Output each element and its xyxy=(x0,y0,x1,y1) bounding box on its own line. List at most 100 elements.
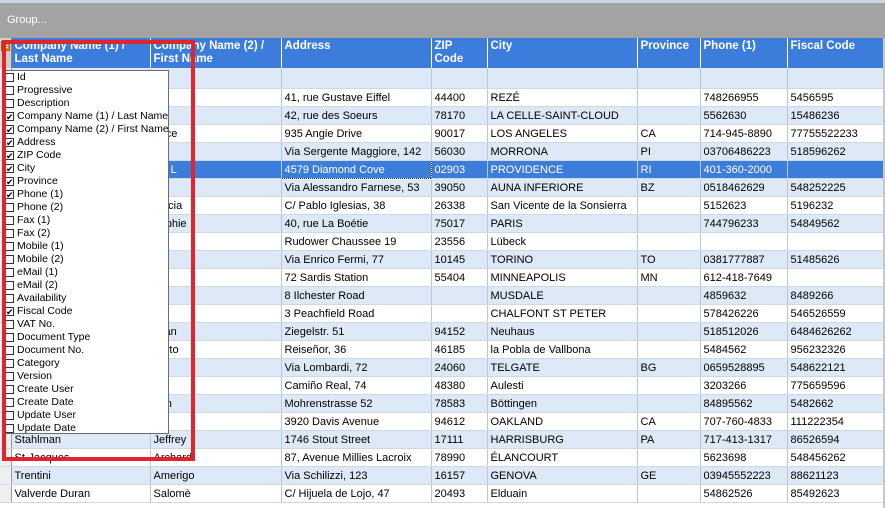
grid-cell[interactable]: Jeffrey xyxy=(150,430,282,449)
grid-cell[interactable]: 84895562 xyxy=(700,394,788,413)
row-selector[interactable] xyxy=(0,466,12,485)
checkbox[interactable] xyxy=(5,398,14,407)
grid-cell[interactable]: a xyxy=(150,250,282,269)
grid-cell[interactable]: 40, rue La Boétie xyxy=(281,214,432,233)
grid-cell[interactable]: 78990 xyxy=(431,448,488,467)
column-chooser-item[interactable]: Version xyxy=(3,370,168,383)
grid-cell[interactable]: LA CELLE-SAINT-CLOUD xyxy=(487,106,638,125)
grid-cell[interactable]: 16157 xyxy=(431,466,488,485)
column-chooser-item[interactable]: Phone (2) xyxy=(3,201,168,214)
grid-cell[interactable]: GE xyxy=(637,466,701,485)
column-header-phone-1[interactable]: Phone (1) xyxy=(700,38,788,68)
column-header-fiscal-code[interactable]: Fiscal Code xyxy=(787,38,885,68)
grid-cell[interactable]: 4859632 xyxy=(700,286,788,305)
grid-cell[interactable]: 5456595 xyxy=(787,88,885,107)
group-by-bar[interactable]: Group... xyxy=(0,0,885,38)
grid-cell[interactable]: 24060 xyxy=(431,358,488,377)
grid-cell[interactable]: BG xyxy=(637,358,701,377)
grid-cell[interactable]: 56030 xyxy=(431,142,488,161)
column-chooser-item[interactable]: Update User xyxy=(3,409,168,422)
grid-cell[interactable]: Via Sergente Maggiore, 142 xyxy=(281,142,432,161)
column-chooser-item[interactable]: Availability xyxy=(3,292,168,305)
checkbox[interactable]: ✔ xyxy=(5,125,14,135)
grid-cell[interactable]: 5484562 xyxy=(700,340,788,359)
grid-cell[interactable]: PI xyxy=(637,142,701,161)
column-chooser-item[interactable]: Create User xyxy=(3,383,168,396)
checkbox[interactable] xyxy=(5,372,14,381)
checkbox[interactable]: ✔ xyxy=(5,138,14,148)
grid-cell[interactable]: Via Alessandro Farnese, 53 xyxy=(281,178,432,197)
grid-cell[interactable]: 4579 Diamond Cove xyxy=(280,160,432,179)
column-chooser-item[interactable]: ✔ Company Name (2) / First Name xyxy=(3,123,168,136)
grid-cell[interactable]: 94612 xyxy=(431,412,488,431)
checkbox[interactable] xyxy=(5,320,14,329)
grid-cell[interactable]: ah xyxy=(150,286,282,305)
column-chooser-item[interactable]: Category xyxy=(3,357,168,370)
column-chooser-item[interactable]: Mobile (2) xyxy=(3,253,168,266)
checkbox[interactable] xyxy=(5,73,14,82)
grid-cell[interactable] xyxy=(431,68,488,89)
grid-cell[interactable]: Mohrenstrasse 52 xyxy=(281,394,432,413)
checkbox[interactable] xyxy=(5,99,14,108)
grid-cell[interactable]: 1746 Stout Street xyxy=(281,430,432,449)
grid-cell[interactable]: PROVIDENCE xyxy=(487,160,638,179)
grid-cell[interactable]: Ziegelstr. 51 xyxy=(281,322,432,341)
grid-cell[interactable]: 717-413-1317 xyxy=(700,430,788,449)
grid-cell[interactable]: Via Lombardi, 72 xyxy=(281,358,432,377)
checkbox[interactable] xyxy=(5,424,14,433)
grid-cell[interactable]: rey xyxy=(150,106,282,125)
grid-cell[interactable]: berto xyxy=(150,340,282,359)
column-chooser-item[interactable]: VAT No. xyxy=(3,318,168,331)
grid-cell[interactable]: 54849562 xyxy=(787,214,885,233)
checkbox[interactable] xyxy=(5,86,14,95)
grid-cell[interactable]: REZÉ xyxy=(487,88,638,107)
grid-cell[interactable]: stian xyxy=(150,322,282,341)
grid-cell[interactable]: Archard xyxy=(150,448,282,467)
grid-cell[interactable]: Trentini xyxy=(11,466,151,485)
checkbox[interactable] xyxy=(5,294,14,303)
grid-cell[interactable]: eophie xyxy=(150,214,282,233)
grid-cell[interactable]: C/ Hijuela de Lojo, 47 xyxy=(281,484,432,503)
checkbox[interactable]: ✔ xyxy=(5,151,14,161)
grid-cell[interactable] xyxy=(150,68,282,89)
grid-cell[interactable] xyxy=(787,232,885,251)
grid-cell[interactable]: ÉLANCOURT xyxy=(487,448,638,467)
grid-cell[interactable]: 10145 xyxy=(431,250,488,269)
grid-cell[interactable] xyxy=(431,286,488,305)
grid-cell[interactable]: 87, Avenue Millies Lacroix xyxy=(281,448,432,467)
grid-cell[interactable]: Neuhaus xyxy=(487,322,638,341)
checkbox[interactable] xyxy=(5,411,14,420)
grid-cell[interactable]: TO xyxy=(637,250,701,269)
grid-cell[interactable]: 90017 xyxy=(431,124,488,143)
grid-cell[interactable]: 5196232 xyxy=(787,196,885,215)
column-chooser-item[interactable]: Fax (2) xyxy=(3,227,168,240)
column-chooser-item[interactable]: Progressive xyxy=(3,84,168,97)
grid-cell[interactable]: 548622121 xyxy=(787,358,885,377)
grid-cell[interactable]: AUNA INFERIORE xyxy=(487,178,638,197)
column-chooser-icon[interactable] xyxy=(1,41,10,51)
grid-cell[interactable]: 3203266 xyxy=(700,376,788,395)
grid-cell[interactable] xyxy=(787,68,885,89)
column-chooser-item[interactable]: eMail (1) xyxy=(3,266,168,279)
grid-cell[interactable]: la Pobla de Vallbona xyxy=(487,340,638,359)
column-chooser-item[interactable]: Create Date xyxy=(3,396,168,409)
grid-cell[interactable]: 85492623 xyxy=(787,484,885,503)
grid-cell[interactable]: 5152623 xyxy=(700,196,788,215)
column-chooser-item[interactable]: Mobile (1) xyxy=(3,240,168,253)
grid-cell[interactable]: 72 Sardis Station xyxy=(281,268,432,287)
grid-cell[interactable]: 3 Peachfield Road xyxy=(281,304,432,323)
grid-cell[interactable] xyxy=(637,484,701,503)
grid-cell[interactable]: CA xyxy=(637,412,701,431)
checkbox[interactable]: ✔ xyxy=(5,177,14,187)
grid-cell[interactable]: il xyxy=(150,412,282,431)
grid-cell[interactable]: BZ xyxy=(637,178,701,197)
grid-cell[interactable]: HARRISBURG xyxy=(487,430,638,449)
column-chooser-item[interactable]: Update Date xyxy=(3,422,168,433)
grid-cell[interactable]: 77755522233 xyxy=(787,124,885,143)
column-chooser-item[interactable]: ✔ City xyxy=(3,162,168,175)
checkbox[interactable]: ✔ xyxy=(5,190,14,200)
grid-cell[interactable] xyxy=(787,268,885,287)
grid-cell[interactable]: 3920 Davis Avenue xyxy=(281,412,432,431)
grid-cell[interactable]: 707-760-4833 xyxy=(700,412,788,431)
grid-cell[interactable]: 546526559 xyxy=(787,304,885,323)
